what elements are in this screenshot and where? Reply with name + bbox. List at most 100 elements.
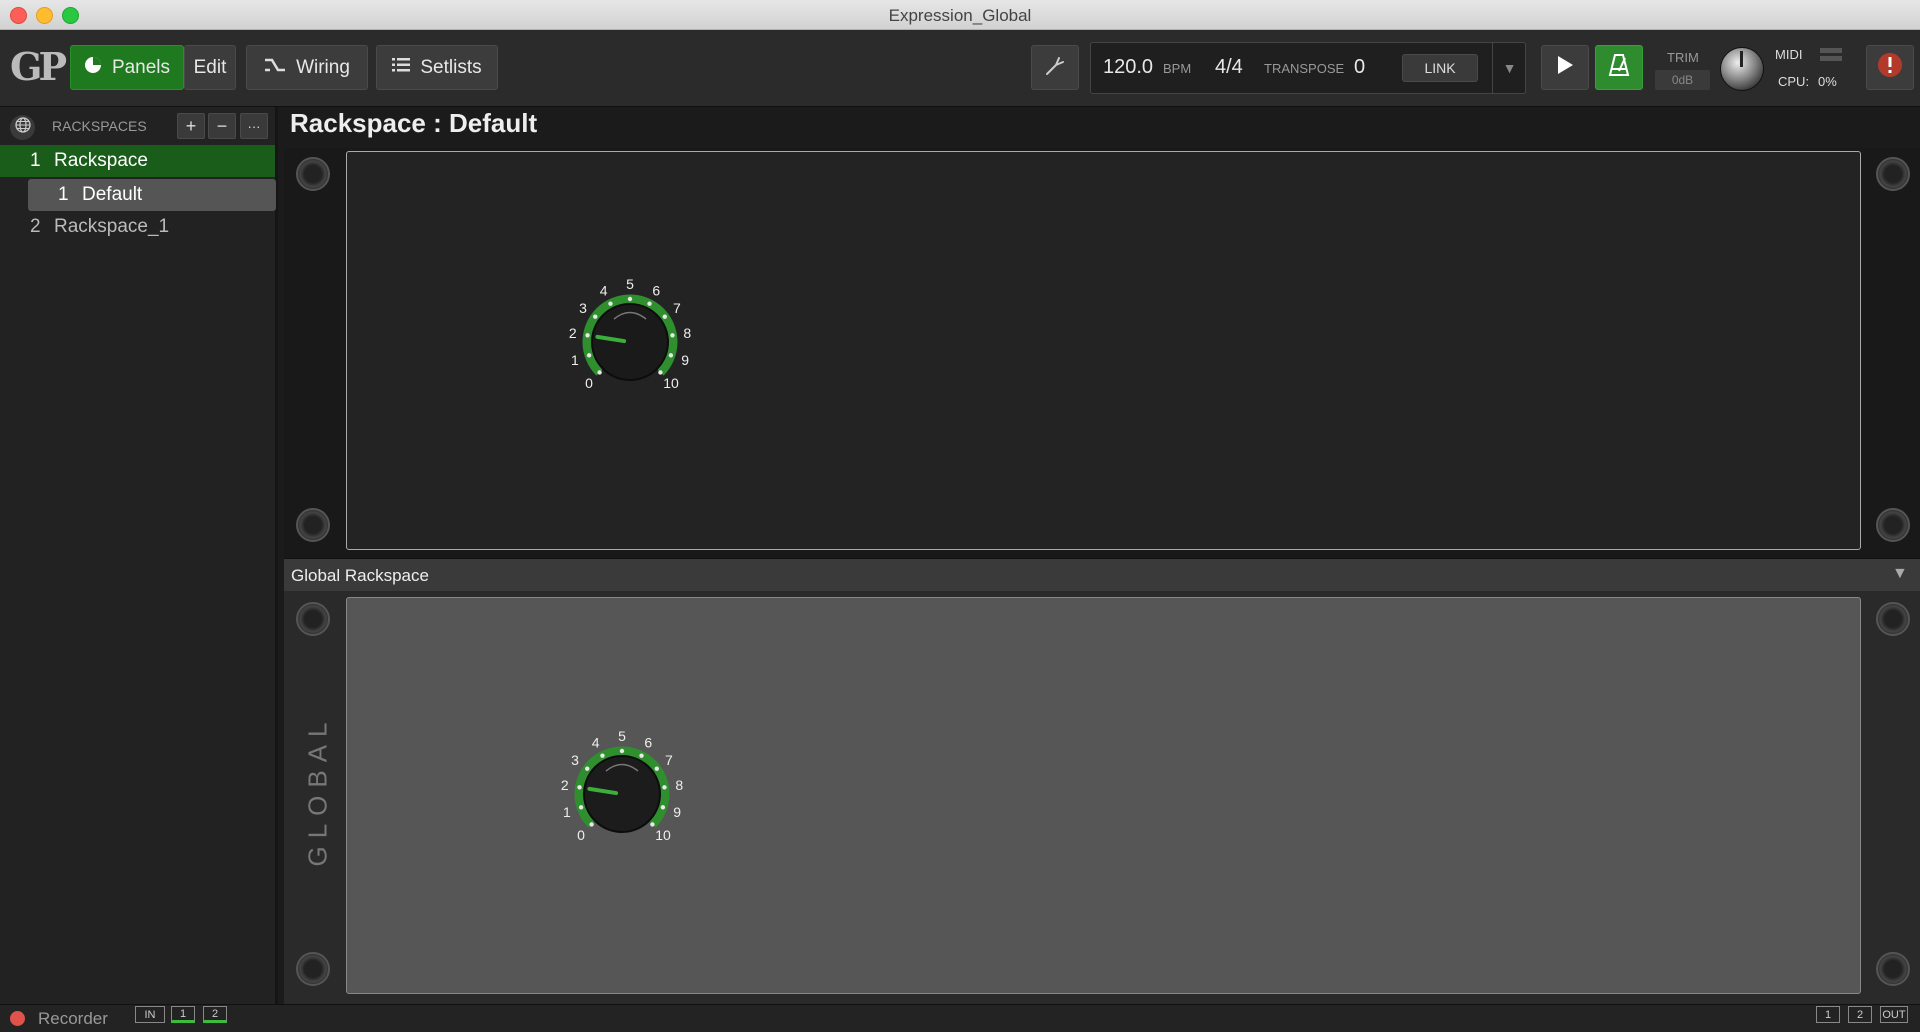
add-rackspace-button[interactable]: + xyxy=(177,113,205,139)
knob-tick xyxy=(654,766,659,771)
tempo-dropdown-button[interactable]: ▼ xyxy=(1492,43,1526,93)
output-label-box: OUT xyxy=(1880,1006,1908,1023)
knob-scale-label: 9 xyxy=(673,804,681,820)
tuning-fork-icon xyxy=(1043,53,1067,83)
master-volume-knob[interactable] xyxy=(1720,47,1764,91)
main-toolbar: GP Panels Edit Wiring Setlists 120.0 BPM… xyxy=(0,30,1920,107)
knob-tick xyxy=(589,822,594,827)
time-signature[interactable]: 4/4 xyxy=(1215,56,1243,79)
variation-item[interactable]: 1 Default xyxy=(28,179,276,211)
app-logo: GP xyxy=(10,44,67,89)
globe-icon xyxy=(14,117,31,138)
more-options-button[interactable]: ··· xyxy=(240,113,268,139)
rack-screw xyxy=(1876,952,1910,986)
knob-tick xyxy=(593,314,598,319)
knob-scale-label: 7 xyxy=(665,752,673,768)
knob-scale-label: 8 xyxy=(675,777,683,793)
input-channel-1-meter: 1 xyxy=(171,1006,195,1023)
variation-number: 1 xyxy=(58,184,69,205)
global-rackspace-title: Global Rackspace xyxy=(291,566,429,585)
knob-body[interactable] xyxy=(591,303,669,381)
window-titlebar: Expression_Global xyxy=(0,0,1920,30)
knob-tick xyxy=(658,370,663,375)
metronome-icon xyxy=(1608,53,1630,83)
knob-scale-label: 3 xyxy=(571,752,579,768)
output-channel-2-meter: 2 xyxy=(1848,1006,1872,1023)
knob-scale-label: 2 xyxy=(569,325,577,341)
collapse-chevron-icon[interactable]: ▼ xyxy=(1892,565,1908,583)
knob-tick xyxy=(639,753,644,758)
knob-tick xyxy=(650,822,655,827)
rackspace-item[interactable]: 1 Rackspace xyxy=(0,145,275,177)
knob-scale-label: 1 xyxy=(563,804,571,820)
link-button[interactable]: LINK xyxy=(1402,54,1478,82)
alert-button[interactable] xyxy=(1866,45,1914,90)
knob-scale-label: 9 xyxy=(681,352,689,368)
play-icon xyxy=(1556,55,1574,81)
knob-tick xyxy=(585,333,590,338)
metronome-button[interactable] xyxy=(1595,45,1643,90)
knob-scale-label: 8 xyxy=(683,325,691,341)
knob-scale-label: 2 xyxy=(561,777,569,793)
trim-label: TRIM xyxy=(1667,50,1699,65)
tuner-button[interactable] xyxy=(1031,45,1079,90)
knob-scale-label: 1 xyxy=(571,352,579,368)
global-side-label-wrap: GLOBAL xyxy=(300,690,336,890)
setlists-tab-button[interactable]: Setlists xyxy=(376,45,498,90)
knob-scale-label: 7 xyxy=(673,300,681,316)
rackspace-knob-widget[interactable]: 01 234 5 678 910 xyxy=(550,270,700,410)
knob-tick xyxy=(660,805,666,810)
knob-scale-label: 4 xyxy=(592,734,600,750)
panels-icon xyxy=(84,56,102,79)
panels-label: Panels xyxy=(111,56,171,78)
global-rackspace-header: Global Rackspace ▼ xyxy=(284,558,1920,592)
globe-button[interactable] xyxy=(10,115,35,140)
knob-tick xyxy=(608,301,613,306)
knob-tick xyxy=(600,753,605,758)
knob-scale-label: 5 xyxy=(618,728,626,744)
midi-label: MIDI xyxy=(1775,47,1803,62)
global-side-label: GLOBAL xyxy=(302,713,333,867)
remove-rackspace-button[interactable]: − xyxy=(208,113,236,139)
edit-button[interactable]: Edit xyxy=(184,45,236,90)
output-channel-1-meter: 1 xyxy=(1816,1006,1840,1023)
knob-scale-label: 10 xyxy=(655,827,671,843)
knob-body[interactable] xyxy=(583,755,661,833)
rack-screw xyxy=(296,157,330,191)
knob-tick xyxy=(586,353,592,358)
rack-screw xyxy=(296,602,330,636)
rack-screw xyxy=(1876,508,1910,542)
knob-tick xyxy=(577,785,582,790)
rackspace-label: Rackspace_1 xyxy=(54,216,170,237)
record-icon[interactable] xyxy=(10,1011,25,1026)
knob-tick xyxy=(578,805,584,810)
window-title: Expression_Global xyxy=(888,6,1032,25)
midi-activity-meter-2 xyxy=(1820,56,1842,61)
rack-screw xyxy=(1876,602,1910,636)
transpose-value[interactable]: 0 xyxy=(1354,56,1365,79)
knob-tick xyxy=(597,370,602,375)
knob-scale-label: 6 xyxy=(644,734,652,750)
variation-label: Default xyxy=(82,184,143,205)
panels-tab-button[interactable]: Panels xyxy=(70,45,184,90)
alert-icon xyxy=(1877,52,1903,84)
chevron-down-icon: ▼ xyxy=(1502,60,1517,76)
play-button[interactable] xyxy=(1541,45,1589,90)
global-knob-widget[interactable]: 01 234 5 678 910 xyxy=(542,722,692,862)
recorder-label[interactable]: Recorder xyxy=(38,1009,108,1029)
cpu-label: CPU: xyxy=(1778,74,1810,89)
knob-scale-label: 5 xyxy=(626,276,634,292)
rackspace-item[interactable]: 2 Rackspace_1 xyxy=(0,211,275,243)
tempo-value[interactable]: 120.0 xyxy=(1103,56,1153,79)
rackspaces-sidebar: RACKSPACES + − ··· 1 Rackspace 1 Default… xyxy=(0,107,278,1004)
knob-tick xyxy=(627,296,633,302)
transpose-label: TRANSPOSE xyxy=(1264,61,1345,76)
rackspaces-header: RACKSPACES xyxy=(52,118,147,134)
knob-scale-label: 4 xyxy=(600,282,608,298)
rackspace-label: Rackspace xyxy=(54,150,148,171)
rack-screw xyxy=(296,952,330,986)
tempo-panel: 120.0 BPM 4/4 TRANSPOSE 0 LINK ▼ xyxy=(1090,42,1526,94)
wiring-tab-button[interactable]: Wiring xyxy=(246,45,368,90)
rack-screw xyxy=(296,508,330,542)
list-icon xyxy=(392,57,411,78)
